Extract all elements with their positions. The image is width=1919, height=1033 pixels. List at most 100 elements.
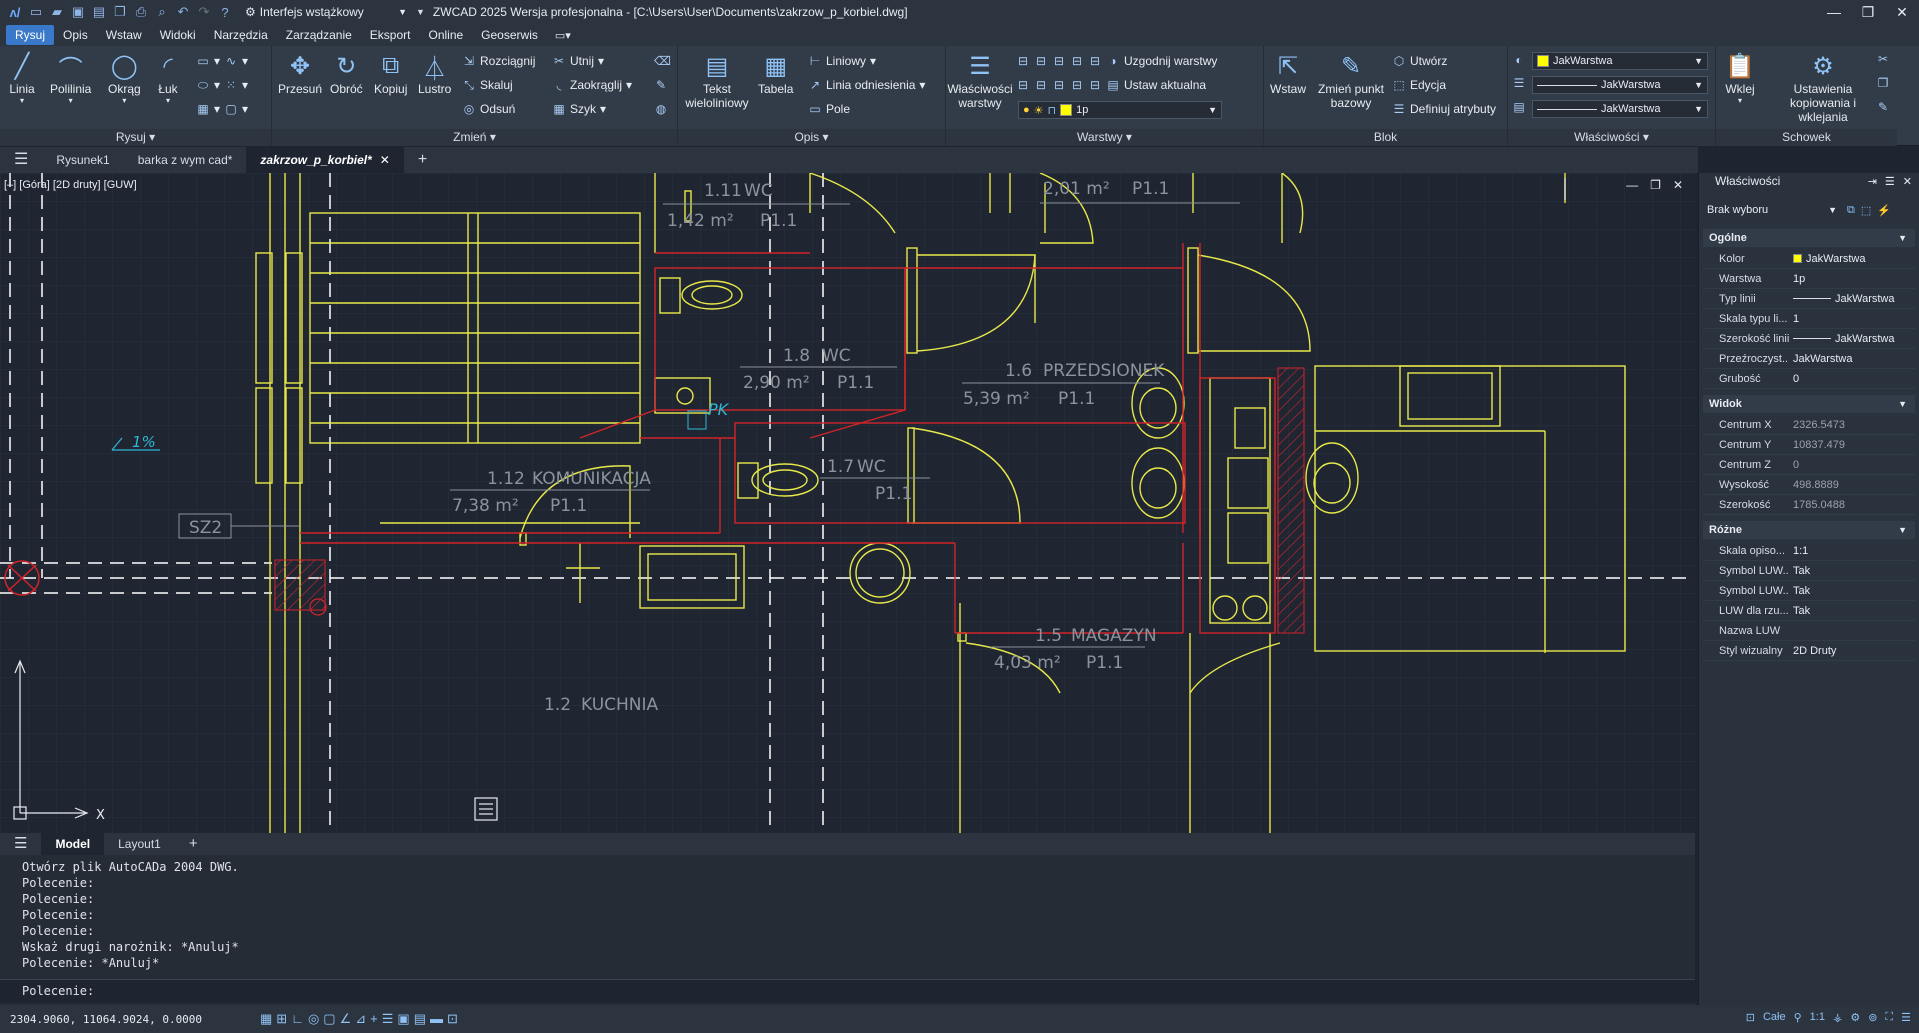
table-button[interactable]: ▦ Tabela: [758, 50, 793, 97]
layer-tools-row2[interactable]: ⊟ ⊟ ⊟ ⊟ ⊟ ▤ Ustaw aktualna: [1016, 78, 1206, 92]
match-button[interactable]: ◍: [654, 102, 668, 116]
copy-icon[interactable]: ❐: [111, 3, 129, 21]
array-button[interactable]: ▦ Szyk ▾: [552, 102, 606, 116]
rectangle-button[interactable]: ▭ ▾ ∿ ▾: [196, 54, 248, 68]
dyn-input-toggle-icon[interactable]: +: [370, 1011, 378, 1027]
scale-button[interactable]: ⤡ Skaluj: [462, 78, 513, 92]
layout-tab-layout1[interactable]: Layout1: [104, 833, 175, 855]
panel-title-wlasciwosci[interactable]: Właściwości ▾: [1508, 129, 1715, 146]
gear-status-icon[interactable]: ⚙: [1850, 1011, 1860, 1024]
prop-row[interactable]: LUW dla rzu... Tak: [1703, 601, 1915, 621]
properties-close-icon[interactable]: ✕: [1903, 175, 1912, 188]
annotation-visibility-icon[interactable]: ⚶: [1833, 1011, 1842, 1024]
leader-button[interactable]: ↗ Linia odniesienia ▾: [808, 78, 925, 92]
color-select[interactable]: JakWarstwa ▼: [1532, 52, 1708, 70]
mirror-button[interactable]: ⏃ Lustro: [418, 50, 451, 97]
otrack-toggle-icon[interactable]: ∠: [340, 1011, 352, 1027]
help-icon[interactable]: ?: [216, 3, 234, 21]
field-button[interactable]: ▭ Pole: [808, 102, 850, 116]
autohide-icon[interactable]: ⇥: [1868, 175, 1877, 188]
layer-tools-row1[interactable]: ⊟ ⊟ ⊟ ⊟ ⊟ ◑ Uzgodnij warstwy: [1016, 54, 1217, 68]
tab-widoki[interactable]: Widoki: [151, 25, 205, 45]
polar-toggle-icon[interactable]: ◎: [308, 1011, 319, 1027]
prop-row[interactable]: Symbol LUW... Tak: [1703, 581, 1915, 601]
isolate-icon[interactable]: ⊚: [1868, 1011, 1877, 1024]
panel-title-zmien[interactable]: Zmień ▾: [272, 129, 677, 146]
prop-row[interactable]: Styl wizualny 2D Druty: [1703, 641, 1915, 661]
prop-row[interactable]: Typ linii JakWarstwa: [1703, 289, 1915, 309]
prop-row[interactable]: Kolor JakWarstwa: [1703, 249, 1915, 269]
workspace-toggle-icon[interactable]: ⊡: [447, 1011, 458, 1027]
prop-row[interactable]: Przeźroczyst... JakWarstwa: [1703, 349, 1915, 369]
prop-row[interactable]: Szerokość linii JakWarstwa: [1703, 329, 1915, 349]
hatch-button[interactable]: ▦ ▾ ▢ ▾: [196, 102, 248, 116]
maximize-button[interactable]: ❐: [1851, 0, 1885, 24]
lineweight-select[interactable]: JakWarstwa ▼: [1532, 100, 1708, 118]
insert-block-button[interactable]: ⇱ Wstaw: [1270, 50, 1306, 97]
prop-row[interactable]: Skala typu li... 1: [1703, 309, 1915, 329]
explode-button[interactable]: ✎: [654, 78, 668, 92]
snap-toggle-icon[interactable]: ⊞: [276, 1011, 287, 1027]
print-icon[interactable]: ⎙: [132, 3, 150, 21]
open-folder-icon[interactable]: ▰: [48, 3, 66, 21]
match-props-icon[interactable]: ◐: [1512, 53, 1526, 67]
layer-properties-button[interactable]: ☰ Właściwości warstwy: [947, 50, 1012, 111]
toggle-pickadd-icon[interactable]: ⧉: [1847, 204, 1855, 217]
ortho-toggle-icon[interactable]: ∟: [291, 1011, 304, 1027]
ribbon-toggle-icon[interactable]: ▭▾: [555, 29, 571, 42]
command-input[interactable]: Polecenie:: [0, 979, 1695, 1003]
polyline-button[interactable]: ⌒ Polilinia ▾: [50, 50, 91, 106]
prop-row[interactable]: Nazwa LUW: [1703, 621, 1915, 641]
tab-opis[interactable]: Opis: [54, 25, 97, 45]
prop-row[interactable]: Grubość 0: [1703, 369, 1915, 389]
paste-button[interactable]: 📋 Wklej ▾: [1724, 50, 1756, 106]
layout-tab-model[interactable]: Model: [41, 833, 105, 855]
scale-label[interactable]: Całe: [1763, 1011, 1786, 1024]
new-tab-icon[interactable]: +: [404, 147, 441, 173]
match-brush-icon[interactable]: ✎: [1876, 100, 1890, 114]
create-block-button[interactable]: ⬡ Utwórz: [1392, 54, 1448, 68]
preview-icon[interactable]: ⌕: [153, 3, 171, 21]
rotate-button[interactable]: ↻ Obróć: [330, 50, 363, 97]
tab-wstaw[interactable]: Wstaw: [97, 25, 151, 45]
save-as-icon[interactable]: ▤: [90, 3, 108, 21]
viewport-close-icon[interactable]: ✕: [1673, 178, 1683, 192]
change-base-button[interactable]: ✎ Zmień punkt bazowy: [1316, 50, 1386, 111]
hamburger-menu-icon[interactable]: ☰: [0, 147, 42, 173]
mtext-button[interactable]: ▤ Tekst wieloliniowy: [684, 50, 750, 111]
layer-select[interactable]: ● ☀ ⊓ 1p ▼: [1018, 101, 1222, 119]
trim-button[interactable]: ✂ Utnij ▾: [552, 54, 604, 68]
save-icon[interactable]: ▣: [69, 3, 87, 21]
layout-menu-icon[interactable]: ☰: [0, 833, 41, 855]
prop-row[interactable]: Skala opiso... 1:1: [1703, 541, 1915, 561]
redo-icon[interactable]: ↷: [195, 3, 213, 21]
drawing-canvas[interactable]: 1.11 WC 1,42 m² P1.1 2,01 m² P1.1 1.8 WC…: [0, 173, 1695, 833]
line-button[interactable]: ╱ Linia ▾: [6, 50, 38, 106]
arc-button[interactable]: ◜ Łuk ▾: [152, 50, 184, 106]
copy-clip-icon[interactable]: ❐: [1876, 76, 1890, 90]
panel-title-opis[interactable]: Opis ▾: [678, 129, 945, 146]
close-tab-icon[interactable]: ✕: [380, 153, 390, 167]
quick-select-icon[interactable]: ⚡: [1877, 204, 1891, 217]
lineweight-toggle-icon[interactable]: ☰: [382, 1011, 394, 1027]
viewport-restore-icon[interactable]: ❐: [1650, 178, 1661, 192]
panel-title-rysuj[interactable]: Rysuj ▾: [0, 129, 271, 146]
section-rozne[interactable]: Różne ▼: [1703, 521, 1915, 539]
tab-eksport[interactable]: Eksport: [361, 25, 420, 45]
customize-icon[interactable]: ☰: [1901, 1011, 1911, 1024]
doc-tab-zakrzow[interactable]: zakrzow_p_korbiel* ✕: [246, 147, 404, 173]
undo-icon[interactable]: ↶: [174, 3, 192, 21]
grid-toggle-icon[interactable]: ▦: [260, 1011, 272, 1027]
new-file-icon[interactable]: ▭: [27, 3, 45, 21]
prop-row[interactable]: Symbol LUW... Tak: [1703, 561, 1915, 581]
edit-block-button[interactable]: ⬚ Edycja: [1392, 78, 1446, 92]
transparency-toggle-icon[interactable]: ▣: [397, 1011, 409, 1027]
tab-geoserwis[interactable]: Geoserwis: [472, 25, 547, 45]
annotation-scale-icon[interactable]: ⚲: [1794, 1011, 1802, 1024]
close-button[interactable]: ✕: [1885, 0, 1919, 24]
fullscreen-icon[interactable]: ⛶: [1885, 1011, 1893, 1024]
ellipse-button[interactable]: ⬭ ▾ ⁙ ▾: [196, 78, 248, 92]
copy-paste-settings-button[interactable]: ⚙ Ustawienia kopiowania i wklejania: [1768, 50, 1878, 125]
section-widok[interactable]: Widok ▼: [1703, 395, 1915, 413]
add-layout-icon[interactable]: +: [175, 833, 212, 855]
